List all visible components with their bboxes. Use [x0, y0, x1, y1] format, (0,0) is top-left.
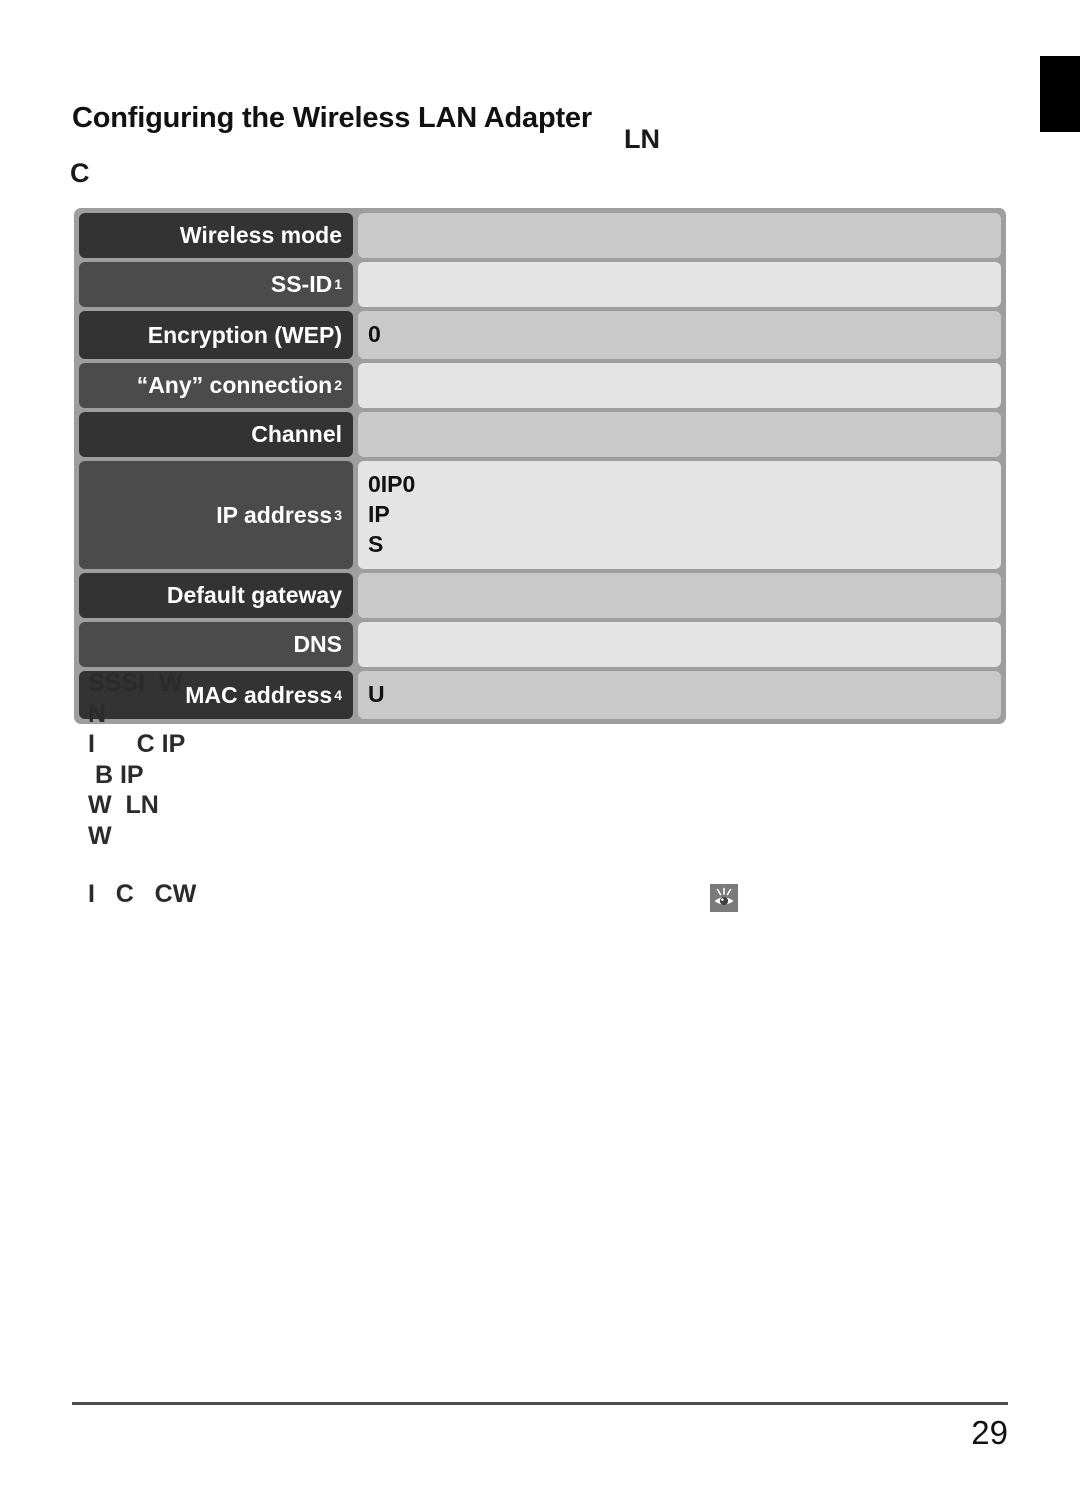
table-row: “Any” connection 2 — [79, 363, 1001, 409]
footnote-list: SSSI WNI C IP B IP W LN W — [88, 668, 788, 851]
table-row: Wireless mode — [79, 213, 1001, 259]
table-row: Channel — [79, 412, 1001, 458]
setting-value: 0 — [358, 311, 1001, 360]
setting-value — [358, 622, 1001, 668]
setting-value-line: 0 — [368, 321, 381, 348]
setting-label-text: Wireless mode — [179, 222, 342, 248]
eye-icon — [710, 884, 738, 912]
table-row: Default gateway — [79, 573, 1001, 619]
footnote-line: SSSI W — [88, 669, 183, 697]
wireless-settings-table: Wireless mode SS-ID 1 Encryption (WEP) 0 “Any… — [74, 208, 1006, 725]
setting-value — [358, 363, 1001, 409]
setting-label-text: IP address — [216, 501, 333, 528]
table-row: Encryption (WEP) 0 — [79, 311, 1001, 360]
setting-label-footnote-marker: 3 — [334, 506, 342, 523]
setting-label: Channel — [79, 412, 353, 458]
intro-text-fragment-left: C — [70, 158, 90, 188]
setting-value: 0IP0 IP S — [358, 461, 1001, 570]
setting-label: “Any” connection 2 — [79, 363, 353, 409]
table-row: SS-ID 1 — [79, 262, 1001, 308]
footnote-line: W LN — [88, 791, 159, 819]
footnote-line: W — [88, 821, 112, 850]
setting-label-text: Channel — [251, 421, 342, 448]
setting-value-line: 0IP0 — [368, 471, 416, 498]
setting-label-text: SS-ID — [270, 271, 333, 298]
footer-divider — [72, 1402, 1008, 1405]
page-number: 29 — [971, 1414, 1008, 1451]
setting-label-text: DNS — [293, 631, 342, 658]
setting-value-line: S — [368, 531, 384, 558]
setting-value — [358, 412, 1001, 458]
page-title: Configuring the Wireless LAN Adapter — [72, 102, 592, 135]
setting-value — [358, 213, 1001, 259]
setting-label: Default gateway — [79, 573, 353, 619]
setting-value — [358, 573, 1001, 619]
intro-text-fragment-top-right: LN — [624, 124, 660, 154]
setting-label: DNS — [79, 622, 353, 668]
setting-label-text: Default gateway — [166, 582, 342, 609]
setting-value — [358, 262, 1001, 308]
setting-label: IP address 3 — [79, 461, 353, 570]
setting-value-line: IP — [368, 501, 390, 528]
footnote-line: B IP — [88, 760, 144, 789]
footnote-line: I C IP — [88, 730, 186, 758]
note-text: I C CW — [88, 880, 197, 908]
table-row: IP address 3 0IP0 IP S — [79, 461, 1001, 570]
setting-label-footnote-marker: 1 — [334, 276, 342, 293]
setting-label-footnote-marker: 2 — [334, 377, 342, 394]
table-row: DNS — [79, 622, 1001, 668]
setting-label: Encryption (WEP) — [79, 311, 353, 360]
setting-label: Wireless mode — [79, 213, 353, 259]
margin-index-tab — [1040, 56, 1080, 132]
setting-label: SS-ID 1 — [79, 262, 353, 308]
setting-label-text: “Any” connection — [136, 372, 333, 399]
footnote-line: N — [88, 699, 107, 728]
setting-label-text: Encryption (WEP) — [147, 321, 342, 348]
